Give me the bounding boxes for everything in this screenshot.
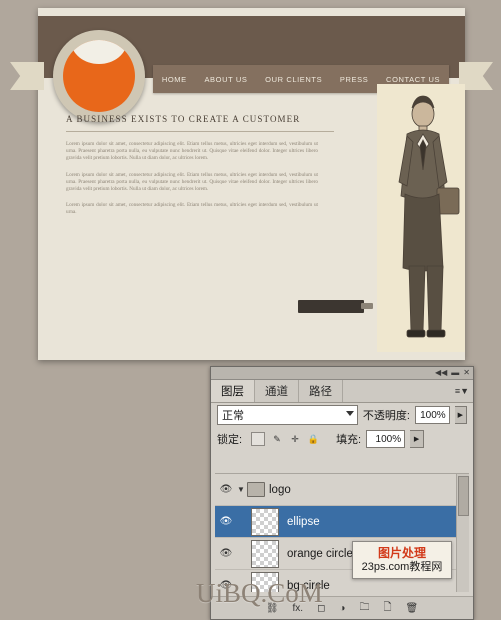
logo-bg-circle	[53, 30, 145, 122]
scrollbar-thumb[interactable]	[458, 476, 469, 516]
nav-item-home[interactable]: HOME	[162, 75, 187, 84]
visibility-eye-icon[interactable]: 👁	[217, 516, 235, 527]
tab-layers[interactable]: 图层	[211, 380, 255, 402]
website-mockup: HOME ABOUT US OUR CLIENTS PRESS CONTACT …	[10, 8, 493, 360]
lock-transparency-icon[interactable]	[251, 432, 266, 446]
mockup-headline: A BUSINESS EXISTS TO CREATE A CUSTOMER	[66, 114, 334, 132]
layers-scrollbar[interactable]	[456, 474, 469, 592]
panel-menu-icon[interactable]: ≡▼	[455, 386, 469, 396]
visibility-eye-icon[interactable]: 👁	[217, 548, 235, 559]
blend-mode-value: 正常	[222, 410, 244, 422]
fill-label: 填充:	[336, 434, 362, 446]
close-icon[interactable]: ✕	[463, 369, 470, 377]
visibility-eye-icon[interactable]: 👁	[217, 484, 235, 495]
lock-icon-group[interactable]: ✎ ✛ 🔒	[251, 432, 319, 446]
tab-channels[interactable]: 通道	[255, 380, 299, 402]
nav-item-contact-us[interactable]: CONTACT US	[386, 75, 440, 84]
adjustment-icon[interactable]: ◑	[339, 603, 345, 614]
layer-thumbnail	[251, 539, 279, 568]
layer-name-ellipse[interactable]: ellipse	[287, 516, 320, 528]
lock-move-icon[interactable]: ✛	[289, 433, 301, 445]
panel-tabs[interactable]: 图层 通道 路径 ≡▼	[211, 380, 473, 403]
layer-name-logo[interactable]: logo	[269, 484, 291, 496]
table-row[interactable]: 👁 ellipse	[215, 506, 469, 538]
logo-ellipse-highlight	[71, 40, 127, 64]
bottom-watermark: UiBQ.CoM	[196, 578, 323, 608]
watermark-box: 图片处理 23ps.com教程网	[352, 541, 452, 579]
fill-stepper-icon[interactable]: ▶	[410, 430, 425, 448]
layer-thumbnail	[251, 507, 279, 536]
group-expand-arrow-icon[interactable]: ▼	[235, 485, 247, 494]
vintage-man-illustration-panel	[377, 84, 465, 352]
opacity-label: 不透明度:	[362, 410, 410, 422]
mockup-paragraph-2: Lorem ipsum dolor sit amet, consectetur …	[66, 171, 318, 193]
folder-icon	[247, 482, 265, 497]
tab-paths[interactable]: 路径	[299, 380, 343, 402]
mockup-paragraph-3: Lorem ipsum dolor sit amet, consectetur …	[66, 202, 318, 216]
nav-item-our-clients[interactable]: OUR CLIENTS	[265, 75, 322, 84]
watermark-line-1: 图片处理	[377, 546, 426, 560]
mockup-content: A BUSINESS EXISTS TO CREATE A CUSTOMER L…	[66, 114, 406, 329]
ribbon-left-decoration	[10, 62, 44, 90]
fill-input[interactable]: 100%	[366, 430, 406, 448]
nav-item-press[interactable]: PRESS	[340, 75, 368, 84]
lock-fill-row: 锁定: ✎ ✛ 🔒 填充: 100% ▶	[211, 427, 473, 451]
delete-icon[interactable]: 🗑	[405, 603, 418, 614]
folder-icon[interactable]: 🗀	[359, 600, 369, 617]
blend-mode-select[interactable]: 正常	[217, 405, 358, 425]
signature-block	[298, 300, 373, 313]
layer-name-orange-circle[interactable]: orange circle	[287, 548, 353, 560]
watermark-line-2: 23ps.com教程网	[361, 561, 443, 573]
opacity-input[interactable]: 100%	[414, 406, 450, 424]
vintage-man-illustration	[398, 95, 460, 338]
minimize-icon[interactable]: ▬	[451, 369, 459, 377]
lock-all-icon[interactable]: 🔒	[307, 433, 319, 445]
new-layer-icon[interactable]: 🗋	[383, 600, 391, 617]
panel-titlebar[interactable]: ◀◀ ▬ ✕	[211, 367, 473, 380]
mockup-paragraph-1: Lorem ipsum dolor sit amet, consectetur …	[66, 141, 318, 162]
nav-item-about-us[interactable]: ABOUT US	[204, 75, 247, 84]
table-row[interactable]: 👁 ▼ logo	[215, 474, 469, 506]
lock-brush-icon[interactable]: ✎	[271, 433, 283, 445]
collapse-icon[interactable]: ◀◀	[435, 369, 447, 377]
opacity-stepper-icon[interactable]: ▶	[454, 406, 467, 424]
blend-opacity-row: 正常 不透明度: 100% ▶	[211, 403, 473, 427]
lock-label: 锁定:	[217, 434, 243, 446]
logo-orange-circle	[63, 40, 135, 112]
chevron-down-icon[interactable]	[345, 411, 354, 416]
